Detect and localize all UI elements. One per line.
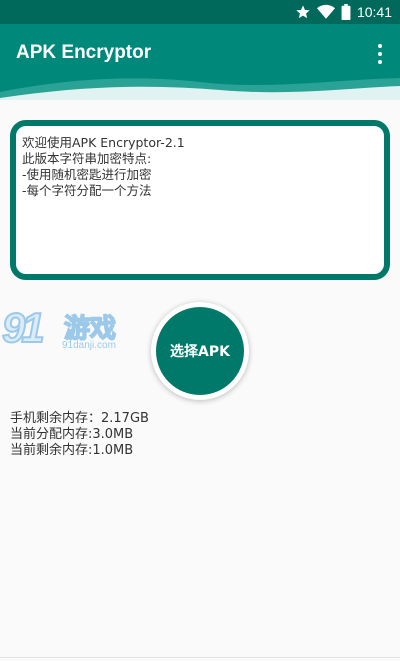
status-bar: 10:41 bbox=[0, 0, 400, 24]
memory-line: 当前剩余内存:1.0MB bbox=[10, 443, 134, 458]
text-line: -每个字符分配一个方法 bbox=[22, 183, 152, 198]
star-icon bbox=[295, 4, 311, 20]
info-text-area[interactable]: 欢迎使用APK Encryptor-2.1 此版本字符串加密特点: -使用随机密… bbox=[10, 120, 390, 280]
watermark-logo: 91 游戏 91danji.com bbox=[0, 303, 140, 360]
select-apk-button[interactable]: 选择APK bbox=[151, 302, 249, 400]
text-line: -使用随机密匙进行加密 bbox=[22, 167, 152, 182]
status-icons: 10:41 bbox=[295, 3, 392, 21]
more-vert-icon[interactable] bbox=[374, 44, 386, 64]
select-apk-label[interactable]: 选择APK bbox=[156, 307, 244, 395]
app-title: APK Encryptor bbox=[16, 42, 152, 63]
watermark-url: 91danji.com bbox=[62, 340, 116, 351]
status-time: 10:41 bbox=[356, 4, 392, 20]
memory-info: 手机剩余内存：2.17GB 当前分配内存:3.0MB 当前剩余内存:1.0MB bbox=[10, 411, 149, 459]
memory-line: 当前分配内存:3.0MB bbox=[10, 427, 134, 442]
app-bar: APK Encryptor bbox=[0, 24, 400, 100]
wifi-icon bbox=[316, 4, 335, 20]
watermark-number: 91 bbox=[1, 303, 46, 352]
header-wave-decoration bbox=[0, 78, 400, 100]
text-line: 欢迎使用APK Encryptor-2.1 bbox=[22, 135, 185, 150]
text-line: 此版本字符串加密特点: bbox=[22, 151, 152, 166]
bottom-divider bbox=[0, 657, 400, 658]
memory-line: 手机剩余内存：2.17GB bbox=[10, 411, 149, 426]
battery-icon bbox=[341, 4, 351, 20]
